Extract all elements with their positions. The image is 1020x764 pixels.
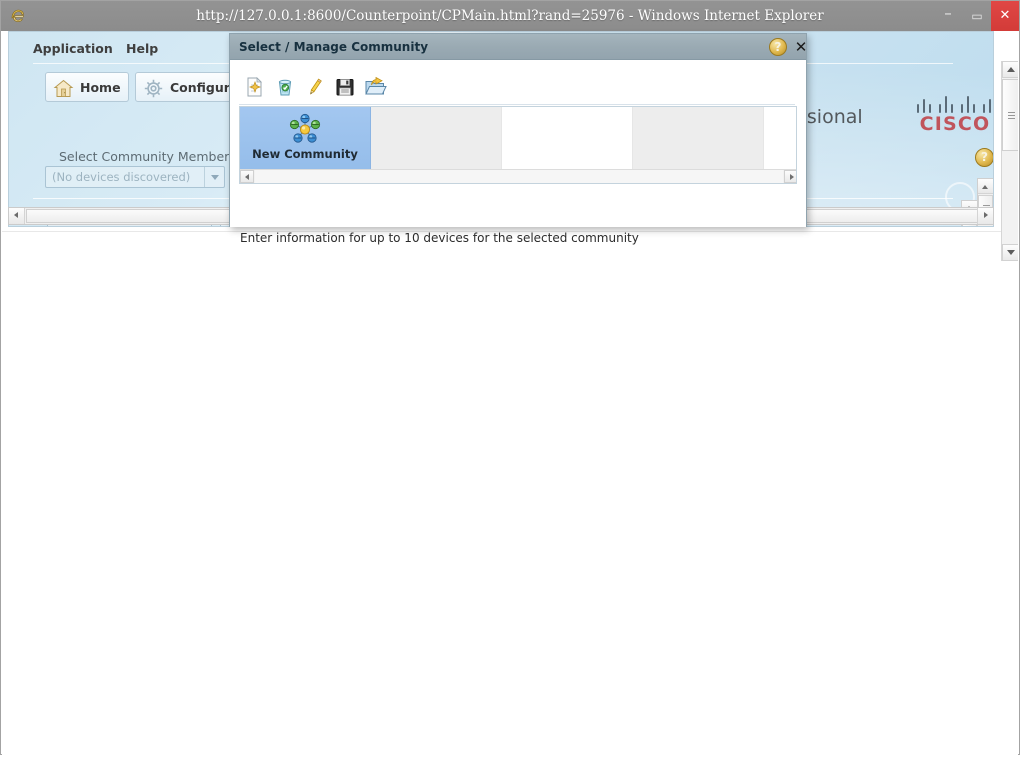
browser-title: http://127.0.0.1:8600/Counterpoint/CPMai… bbox=[196, 8, 824, 24]
cisco-logo: CISCO bbox=[909, 94, 993, 136]
scroll-left-arrow-icon[interactable] bbox=[240, 170, 254, 183]
scroll-up-arrow-icon[interactable] bbox=[1002, 61, 1018, 78]
pencil-edit-icon[interactable] bbox=[303, 75, 327, 99]
scroll-up-arrow-icon[interactable] bbox=[978, 179, 993, 194]
community-cells-container: New Community bbox=[240, 107, 796, 170]
community-item-empty-4[interactable] bbox=[764, 107, 796, 170]
community-item-label: New Community bbox=[252, 147, 358, 161]
dialog-title: Select / Manage Community bbox=[239, 40, 429, 54]
dialog-help-button[interactable] bbox=[769, 38, 787, 56]
scroll-right-arrow-icon[interactable] bbox=[977, 208, 993, 224]
listbox-horizontal-scrollbar[interactable] bbox=[240, 169, 796, 183]
browser-window: http://127.0.0.1:8600/Counterpoint/CPMai… bbox=[0, 0, 1020, 755]
trash-bin-icon[interactable] bbox=[273, 75, 297, 99]
menu-item-help[interactable]: Help bbox=[126, 36, 158, 62]
tab-home-label: Home bbox=[80, 80, 121, 95]
new-document-icon[interactable] bbox=[243, 75, 267, 99]
select-manage-community-dialog: Select / Manage Community ✕ bbox=[229, 33, 807, 245]
minimize-icon: – bbox=[944, 4, 952, 22]
select-community-member-dropdown[interactable]: (No devices discovered) bbox=[45, 166, 225, 188]
scroll-right-arrow-icon[interactable] bbox=[784, 170, 796, 183]
network-community-icon bbox=[288, 112, 322, 146]
desktop-background: http://127.0.0.1:8600/Counterpoint/CPMai… bbox=[0, 0, 1020, 764]
floppy-disk-save-icon[interactable] bbox=[333, 75, 357, 99]
dialog-titlebar[interactable]: Select / Manage Community ✕ bbox=[230, 34, 807, 60]
dialog-close-button[interactable]: ✕ bbox=[792, 34, 810, 60]
dialog-hint-text: Enter information for up to 10 devices f… bbox=[240, 231, 639, 245]
browser-vertical-scrollbar[interactable] bbox=[1001, 61, 1018, 261]
scroll-left-arrow-icon[interactable] bbox=[9, 208, 25, 224]
gear-icon bbox=[143, 78, 164, 99]
window-close-button[interactable]: ✕ bbox=[991, 1, 1019, 31]
scrollbar-track[interactable] bbox=[255, 170, 783, 183]
community-listbox[interactable]: New Community bbox=[239, 106, 797, 184]
close-icon: ✕ bbox=[999, 8, 1011, 23]
page-blank-area bbox=[2, 231, 1018, 755]
open-folder-icon[interactable] bbox=[363, 75, 387, 99]
community-item-new-community[interactable]: New Community bbox=[240, 107, 371, 170]
maximize-icon: ▭ bbox=[971, 9, 983, 23]
select-community-member-label: Select Community Member: bbox=[59, 149, 234, 164]
window-minimize-button[interactable]: – bbox=[933, 1, 963, 31]
scrollbar-thumb[interactable] bbox=[1002, 79, 1018, 151]
tab-home[interactable]: Home bbox=[45, 72, 129, 102]
question-mark-help-icon[interactable] bbox=[975, 148, 993, 167]
cisco-wordmark: CISCO bbox=[919, 113, 991, 135]
community-item-empty-1[interactable] bbox=[371, 107, 502, 170]
menu-item-application[interactable]: Application bbox=[33, 36, 113, 62]
scroll-down-arrow-icon[interactable] bbox=[1002, 244, 1018, 261]
community-item-empty-2[interactable] bbox=[502, 107, 633, 170]
home-icon bbox=[53, 78, 74, 99]
community-item-empty-3[interactable] bbox=[633, 107, 764, 170]
cisco-logo-bars bbox=[909, 94, 993, 113]
browser-titlebar[interactable]: http://127.0.0.1:8600/Counterpoint/CPMai… bbox=[1, 1, 1019, 31]
chevron-down-icon[interactable] bbox=[204, 167, 224, 187]
dialog-toolbar bbox=[239, 75, 795, 105]
select-community-member-value: (No devices discovered) bbox=[52, 170, 191, 184]
dialog-body: New Community Enter information for up t… bbox=[230, 61, 806, 245]
window-maximize-button[interactable]: ▭ bbox=[963, 1, 991, 31]
